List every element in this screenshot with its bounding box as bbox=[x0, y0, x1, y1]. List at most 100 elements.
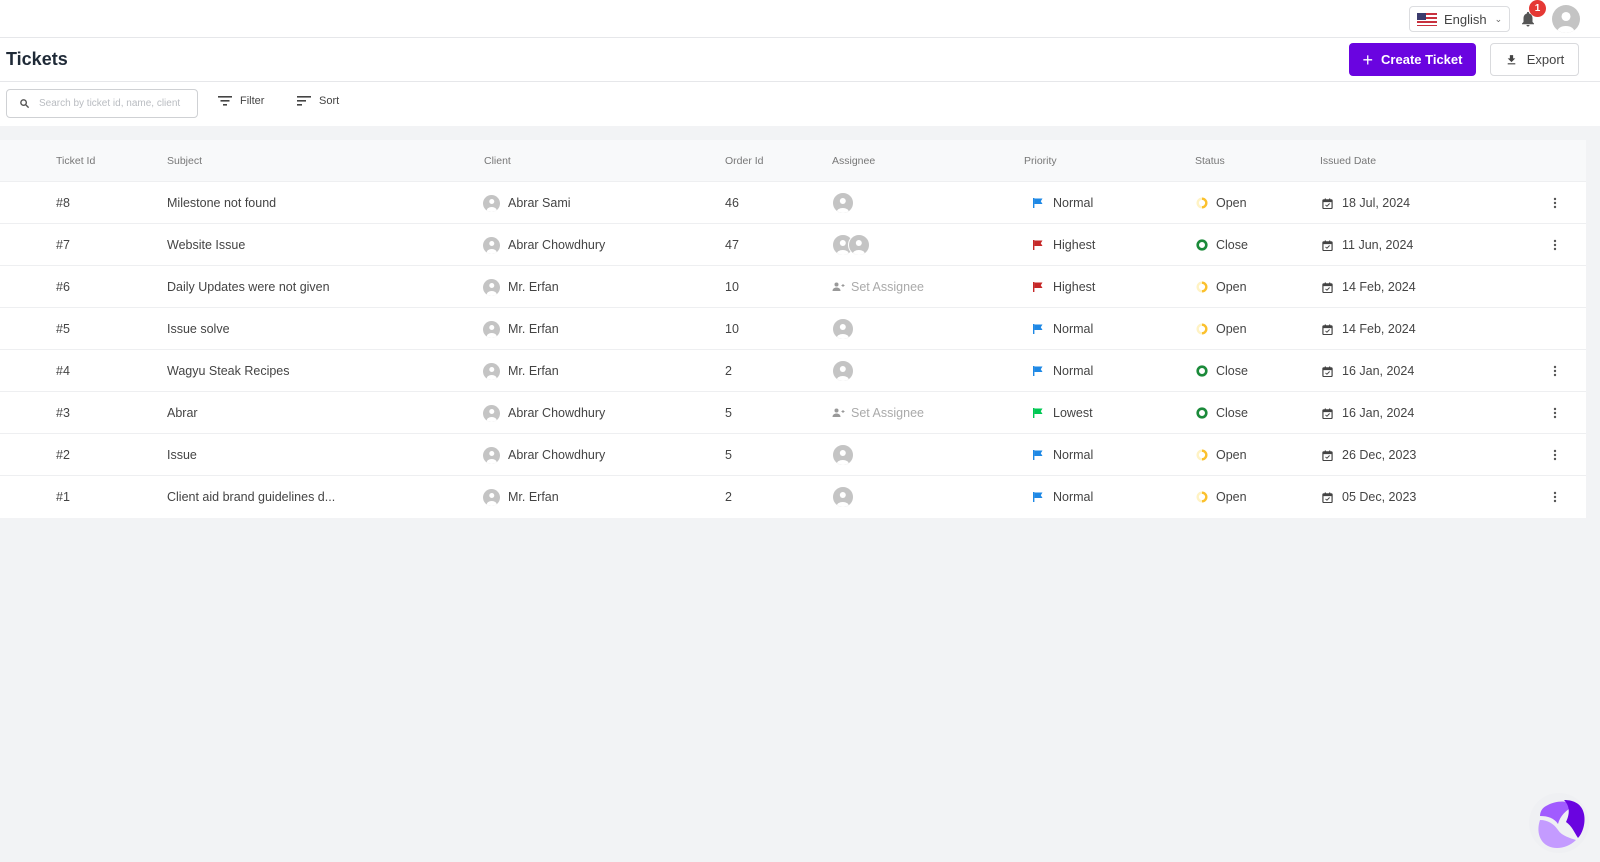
ticket-priority[interactable]: Normal bbox=[1033, 476, 1093, 518]
table-row[interactable]: #7 Website Issue Abrar Chowdhury 47 Highest C… bbox=[0, 224, 1586, 266]
export-button[interactable]: Export bbox=[1490, 43, 1579, 76]
ticket-status[interactable]: Close bbox=[1196, 224, 1248, 266]
more-options-icon[interactable] bbox=[1545, 361, 1565, 381]
ticket-id[interactable]: #1 bbox=[56, 476, 70, 518]
ticket-status[interactable]: Open bbox=[1196, 266, 1247, 308]
notification-badge: 1 bbox=[1529, 0, 1546, 17]
priority-flag-icon bbox=[1033, 366, 1043, 376]
priority-label: Normal bbox=[1053, 196, 1094, 210]
priority-label: Normal bbox=[1053, 448, 1094, 462]
ticket-priority[interactable]: Normal bbox=[1033, 350, 1093, 392]
client-avatar bbox=[483, 194, 500, 212]
ticket-priority[interactable]: Normal bbox=[1033, 434, 1093, 476]
ticket-id[interactable]: #7 bbox=[56, 224, 70, 266]
priority-flag-icon bbox=[1033, 324, 1043, 334]
priority-flag-icon bbox=[1033, 492, 1043, 502]
more-options-icon[interactable] bbox=[1545, 403, 1565, 423]
table-row[interactable]: #4 Wagyu Steak Recipes Mr. Erfan 2 Normal Clo… bbox=[0, 350, 1586, 392]
ticket-assignee bbox=[832, 350, 854, 392]
ticket-subject[interactable]: Client aid brand guidelines d... bbox=[167, 476, 335, 518]
search-icon bbox=[20, 99, 30, 109]
add-user-icon bbox=[832, 282, 845, 291]
create-ticket-label: Create Ticket bbox=[1381, 52, 1463, 67]
issued-date: 16 Jan, 2024 bbox=[1322, 392, 1414, 434]
table-row[interactable]: #5 Issue solve Mr. Erfan 10 Normal Open 14 Feb… bbox=[0, 308, 1586, 350]
ticket-priority[interactable]: Highest bbox=[1033, 266, 1095, 308]
status-label: Close bbox=[1216, 238, 1248, 252]
sort-button[interactable]: Sort bbox=[297, 95, 339, 107]
ticket-status[interactable]: Open bbox=[1196, 434, 1247, 476]
ticket-client: Mr. Erfan bbox=[483, 350, 559, 392]
ticket-assignee bbox=[832, 182, 854, 224]
more-options-icon[interactable] bbox=[1545, 193, 1565, 213]
ticket-priority[interactable]: Lowest bbox=[1033, 392, 1093, 434]
ticket-status[interactable]: Close bbox=[1196, 350, 1248, 392]
status-label: Open bbox=[1216, 280, 1247, 294]
language-select[interactable]: English ⌄ bbox=[1409, 6, 1510, 32]
create-ticket-button[interactable]: + Create Ticket bbox=[1349, 43, 1476, 76]
assignee-avatar bbox=[848, 234, 870, 256]
user-avatar[interactable] bbox=[1552, 5, 1580, 33]
assignee-avatar[interactable] bbox=[832, 192, 854, 214]
table-row[interactable]: #8 Milestone not found Abrar Sami 46 Normal O… bbox=[0, 182, 1586, 224]
ticket-id[interactable]: #4 bbox=[56, 350, 70, 392]
ticket-subject[interactable]: Issue bbox=[167, 434, 197, 476]
assignee-avatar[interactable] bbox=[832, 486, 854, 508]
status-label: Close bbox=[1216, 406, 1248, 420]
client-avatar bbox=[483, 404, 500, 422]
search-input[interactable] bbox=[39, 98, 197, 109]
column-header-client[interactable]: Client bbox=[484, 155, 511, 167]
ticket-status[interactable]: Open bbox=[1196, 476, 1247, 518]
column-header-assignee[interactable]: Assignee bbox=[832, 155, 875, 167]
priority-label: Normal bbox=[1053, 490, 1094, 504]
ticket-client: Abrar Chowdhury bbox=[483, 392, 605, 434]
column-header-issued-date[interactable]: Issued Date bbox=[1320, 155, 1376, 167]
calendar-icon bbox=[1322, 407, 1333, 419]
more-options-icon[interactable] bbox=[1545, 235, 1565, 255]
set-assignee-button[interactable]: Set Assignee bbox=[832, 406, 924, 420]
assignee-avatar[interactable] bbox=[832, 360, 854, 382]
row-actions bbox=[1545, 434, 1565, 476]
ticket-subject[interactable]: Abrar bbox=[167, 392, 198, 434]
ticket-status[interactable]: Close bbox=[1196, 392, 1248, 434]
more-options-icon[interactable] bbox=[1545, 487, 1565, 507]
table-row[interactable]: #3 Abrar Abrar Chowdhury 5 Set Assignee Lowes… bbox=[0, 392, 1586, 434]
ticket-status[interactable]: Open bbox=[1196, 182, 1247, 224]
column-header-subject[interactable]: Subject bbox=[167, 155, 202, 167]
table-row[interactable]: #6 Daily Updates were not given Mr. Erfan 1… bbox=[0, 266, 1586, 308]
status-label: Close bbox=[1216, 364, 1248, 378]
filter-button[interactable]: Filter bbox=[218, 95, 264, 107]
ticket-subject[interactable]: Website Issue bbox=[167, 224, 245, 266]
search-box[interactable] bbox=[6, 89, 198, 118]
chat-widget-logo-icon[interactable] bbox=[1528, 792, 1590, 854]
column-header-ticket-id[interactable]: Ticket Id bbox=[56, 155, 95, 167]
ticket-subject[interactable]: Milestone not found bbox=[167, 182, 276, 224]
more-options-icon[interactable] bbox=[1545, 445, 1565, 465]
column-header-status[interactable]: Status bbox=[1195, 155, 1225, 167]
ticket-assignee: Set Assignee bbox=[832, 392, 924, 434]
ticket-id[interactable]: #2 bbox=[56, 434, 70, 476]
ticket-id[interactable]: #6 bbox=[56, 266, 70, 308]
assignee-avatar[interactable] bbox=[832, 444, 854, 466]
calendar-icon bbox=[1322, 449, 1333, 461]
ticket-subject[interactable]: Daily Updates were not given bbox=[167, 266, 330, 308]
table-row[interactable]: #1 Client aid brand guidelines d... Mr. Er… bbox=[0, 476, 1586, 518]
ticket-id[interactable]: #8 bbox=[56, 182, 70, 224]
ticket-subject[interactable]: Wagyu Steak Recipes bbox=[167, 350, 290, 392]
ticket-id[interactable]: #3 bbox=[56, 392, 70, 434]
client-name: Abrar Sami bbox=[508, 196, 571, 210]
assignee-avatar[interactable] bbox=[832, 318, 854, 340]
assignee-avatar-group[interactable] bbox=[832, 234, 870, 256]
column-header-priority[interactable]: Priority bbox=[1024, 155, 1057, 167]
ticket-subject[interactable]: Issue solve bbox=[167, 308, 230, 350]
ticket-priority[interactable]: Normal bbox=[1033, 308, 1093, 350]
table-row[interactable]: #2 Issue Abrar Chowdhury 5 Normal Open 26 Dec,… bbox=[0, 434, 1586, 476]
set-assignee-button[interactable]: Set Assignee bbox=[832, 280, 924, 294]
ticket-priority[interactable]: Highest bbox=[1033, 224, 1095, 266]
column-header-order-id[interactable]: Order Id bbox=[725, 155, 764, 167]
ticket-status[interactable]: Open bbox=[1196, 308, 1247, 350]
ticket-id[interactable]: #5 bbox=[56, 308, 70, 350]
page-header: Tickets + Create Ticket Export bbox=[0, 38, 1600, 82]
order-id: 10 bbox=[725, 322, 739, 336]
ticket-priority[interactable]: Normal bbox=[1033, 182, 1093, 224]
